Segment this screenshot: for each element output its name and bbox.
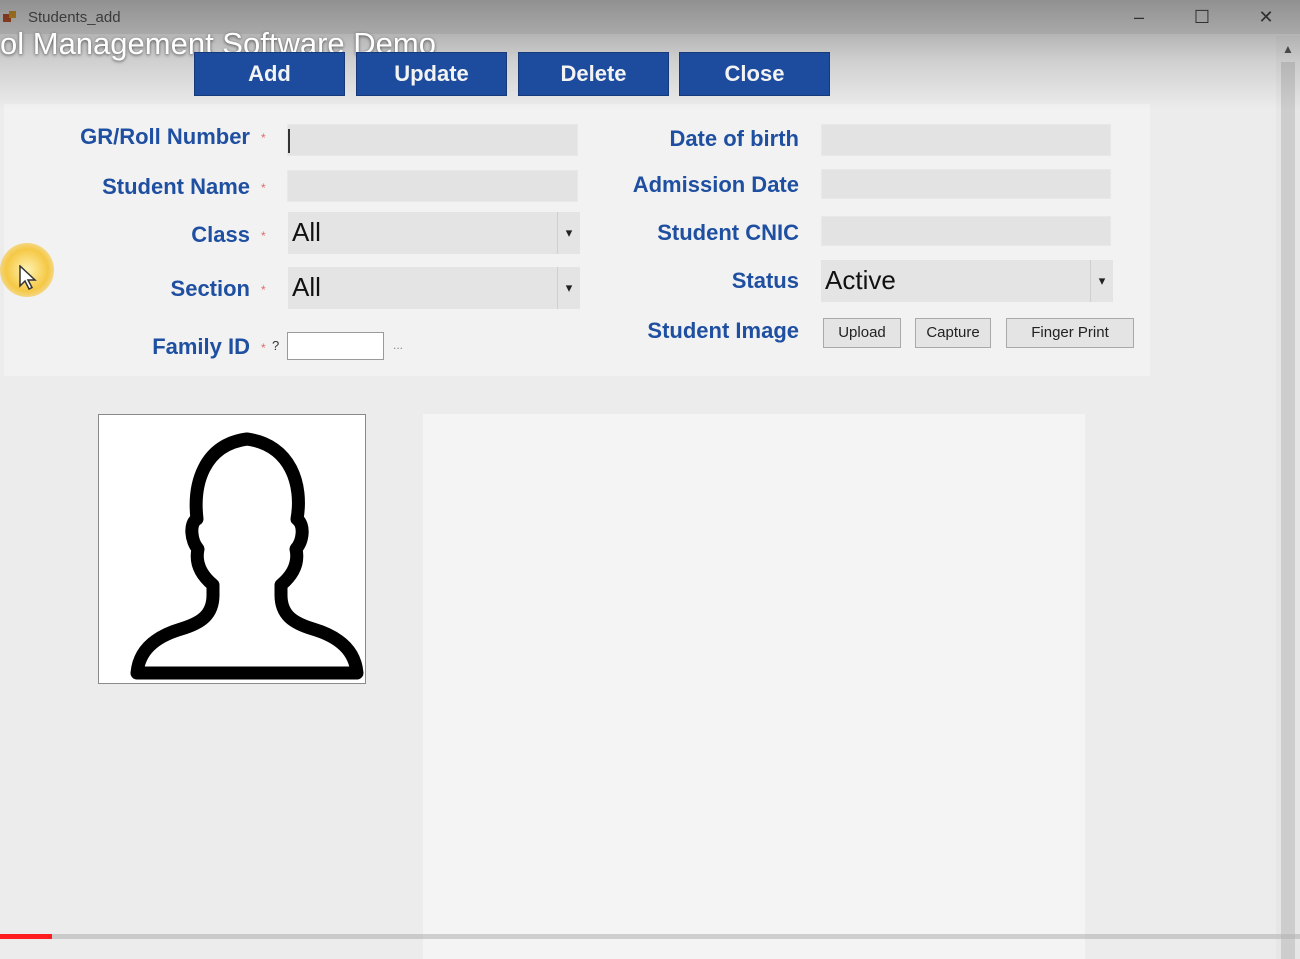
text-caret (288, 129, 290, 153)
details-panel (423, 414, 1085, 959)
gr-roll-input[interactable] (287, 124, 578, 156)
required-marker: * (261, 341, 266, 355)
vertical-scrollbar[interactable]: ▲ (1276, 36, 1300, 959)
student-cnic-input[interactable] (821, 216, 1111, 246)
family-id-label: Family ID (152, 334, 250, 359)
student-image-label: Student Image (647, 318, 799, 343)
required-marker: * (261, 181, 266, 195)
family-browse-button[interactable]: ... (393, 338, 403, 352)
close-button[interactable]: Close (679, 52, 830, 96)
required-marker: * (261, 131, 266, 145)
student-name-input[interactable] (287, 170, 578, 202)
delete-button[interactable]: Delete (518, 52, 669, 96)
fingerprint-button[interactable]: Finger Print (1006, 318, 1134, 348)
student-photo-box[interactable] (98, 414, 366, 684)
video-progress-fill (0, 934, 52, 939)
close-window-button[interactable]: ✕ (1253, 6, 1279, 28)
gr-roll-label: GR/Roll Number (80, 124, 250, 149)
required-marker: * (261, 229, 266, 243)
chevron-down-icon[interactable]: ▾ (1090, 260, 1113, 302)
app-icon (3, 11, 16, 22)
class-label: Class (191, 222, 250, 247)
scrollbar-thumb[interactable] (1281, 62, 1295, 959)
student-name-label: Student Name (102, 174, 250, 199)
family-id-help: ? (272, 338, 280, 353)
section-dropdown[interactable]: All ▾ (288, 267, 580, 309)
section-value: All (292, 272, 321, 302)
chevron-down-icon[interactable]: ▾ (557, 267, 580, 309)
video-progress-bar[interactable] (0, 934, 1300, 939)
chevron-down-icon[interactable]: ▾ (557, 212, 580, 254)
class-value: All (292, 217, 321, 247)
minimize-button[interactable]: – (1126, 6, 1152, 28)
maximize-button[interactable]: ☐ (1189, 6, 1215, 28)
status-label: Status (731, 268, 799, 293)
capture-button[interactable]: Capture (915, 318, 991, 348)
dob-label: Date of birth (669, 126, 799, 151)
status-value: Active (825, 265, 896, 295)
section-label: Section (170, 276, 250, 301)
scroll-up-icon[interactable]: ▲ (1282, 42, 1294, 56)
class-dropdown[interactable]: All ▾ (288, 212, 580, 254)
mouse-pointer-icon (19, 265, 37, 291)
student-cnic-label: Student CNIC (657, 220, 799, 245)
status-dropdown[interactable]: Active ▾ (821, 260, 1113, 302)
update-button[interactable]: Update (356, 52, 507, 96)
upload-button[interactable]: Upload (823, 318, 901, 348)
dob-input[interactable] (821, 124, 1111, 156)
add-button[interactable]: Add (194, 52, 345, 96)
family-id-input[interactable] (287, 332, 384, 360)
required-marker: * (261, 283, 266, 297)
admission-date-input[interactable] (821, 169, 1111, 199)
person-silhouette-icon (130, 432, 364, 680)
admission-date-label: Admission Date (632, 172, 799, 197)
window-title: Students_add (28, 9, 121, 26)
